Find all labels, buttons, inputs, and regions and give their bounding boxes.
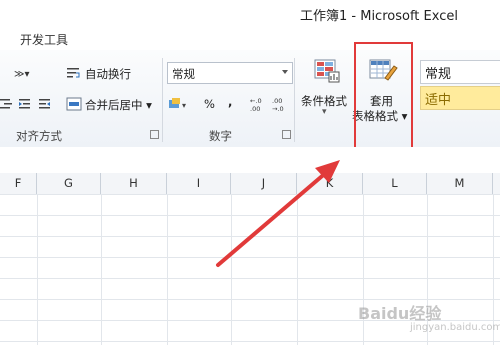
annotation-arrow <box>216 160 340 267</box>
watermark-url: jingyan.baidu.com <box>410 322 500 333</box>
watermark-logo: Baidu经验 <box>358 304 442 323</box>
